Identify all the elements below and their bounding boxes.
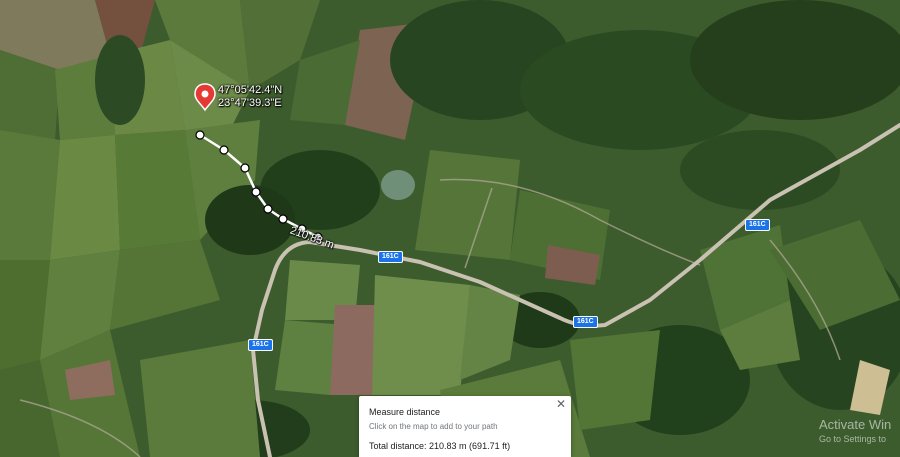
path-point[interactable] <box>240 163 250 173</box>
pond <box>381 170 415 200</box>
total-distance: Total distance: 210.83 m (691.71 ft) <box>369 441 511 451</box>
route-shield: 161C <box>248 339 273 351</box>
watermark-line-2: Go to Settings to <box>819 434 887 444</box>
watermark-line-1: Activate Win <box>819 417 892 432</box>
latitude-text: 47°05'42.4"N <box>218 84 283 96</box>
panel-hint: Click on the map to add to your path <box>369 422 498 431</box>
path-point[interactable] <box>263 204 273 214</box>
activation-watermark: Activate Win Go to Settings to <box>819 417 891 444</box>
close-icon[interactable]: ✕ <box>556 398 566 410</box>
measure-distance-panel: Measure distance Click on the map to add… <box>359 396 571 457</box>
longitude-text: 23°47'39.3"E <box>218 97 282 109</box>
path-point[interactable] <box>278 214 288 224</box>
route-shield: 161C <box>573 316 598 328</box>
panel-title: Measure distance <box>369 407 441 417</box>
path-point[interactable] <box>219 145 229 155</box>
route-shield: 161C <box>378 251 403 263</box>
route-shield: 161C <box>745 219 770 231</box>
path-point[interactable] <box>251 187 261 197</box>
path-point[interactable] <box>195 130 205 140</box>
marker-coordinates: 47°05'42.4"N 23°47'39.3"E <box>218 84 282 110</box>
